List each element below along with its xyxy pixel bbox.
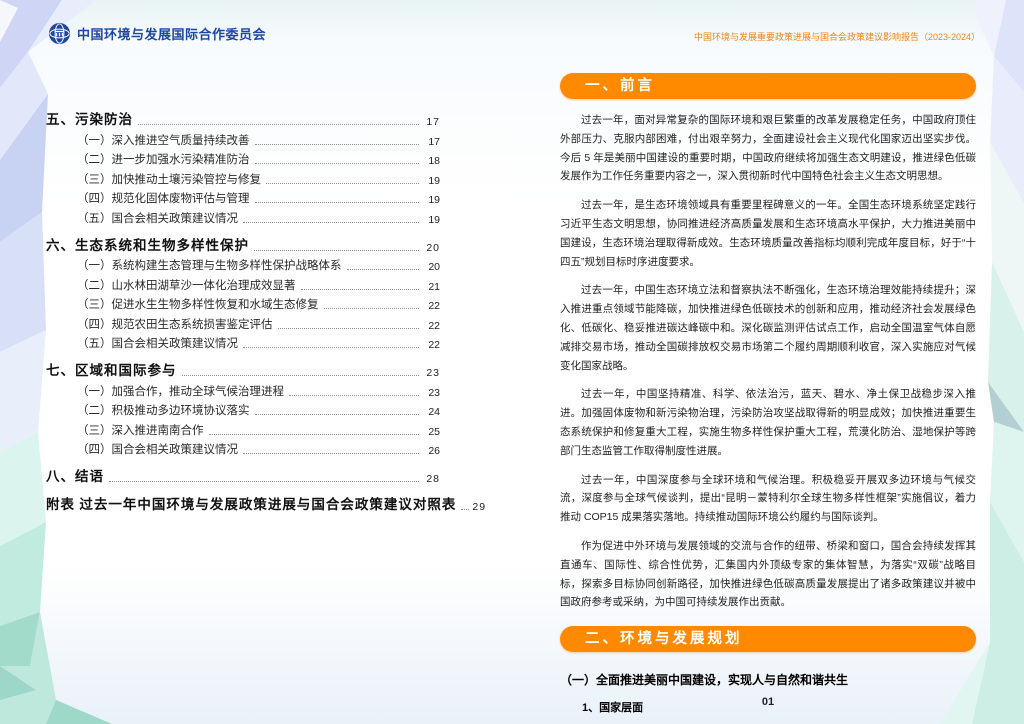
toc-entry-page: 24	[428, 406, 440, 418]
section-banner-planning: 二、环境与发展规划	[560, 626, 976, 653]
toc-entry[interactable]: 六、生态系统和生物多样性保护 20	[46, 232, 440, 254]
toc-entry-page: 17	[426, 116, 440, 128]
organization-name: 中国环境与发展国际合作委员会	[77, 27, 267, 42]
toc-entry-label: 六、生态系统和生物多样性保护	[46, 237, 249, 253]
toc-entry-page: 29	[472, 501, 487, 513]
toc-entry-label: （四）规范农田生态系统损害鉴定评估	[77, 318, 273, 331]
toc-entry[interactable]: （二）进一步加强水污染精准防治 18	[46, 148, 440, 167]
toc-entry-page: 19	[428, 174, 440, 187]
toc-dot-leader	[138, 124, 419, 125]
toc-entry[interactable]: （五）国合会相关政策建议情况 19	[46, 206, 440, 226]
toc-dot-leader	[277, 327, 419, 329]
toc-entry-label: （四）国合会相关政策建议情况	[77, 444, 238, 456]
foreword-paragraph: 过去一年，面对异常复杂的国际环境和艰巨繁重的改革发展稳定任务，中国政府顶住外部压…	[560, 114, 976, 183]
toc-entry-label: （五）国合会相关政策建议情况	[77, 338, 238, 350]
toc-entry-label: （二）山水林田湖草沙一体化治理成效显著	[77, 279, 296, 292]
toc-dot-leader	[300, 288, 419, 290]
toc-dot-leader	[181, 375, 419, 376]
toc-entry-label: （三）促进水生生物多样性恢复和水域生态修复	[77, 299, 319, 311]
toc-entry[interactable]: （三）深入推进南南合作 25	[46, 418, 440, 438]
toc-entry[interactable]: （一）系统构建生态管理与生物多样性保护战略体系 20	[46, 254, 440, 273]
page-header: 中国环境与发展国际合作委员会 中国环境与发展重要政策进展与国合会政策建议影响报告…	[48, 22, 980, 45]
toc-dot-leader	[254, 414, 419, 415]
foreword-paragraph: 过去一年，中国生态环境立法和督察执法不断强化，生态环境治理效能持续提升；深入推进…	[560, 284, 976, 372]
toc-entry[interactable]: 五、污染防治 17	[46, 106, 440, 128]
toc-dot-leader	[208, 433, 419, 435]
toc-dot-leader	[243, 453, 419, 454]
foreword-paragraph: 过去一年，中国深度参与全球环境和气候治理。积极稳妥开展双多边环境与气候交流，深度…	[560, 473, 976, 524]
section-banner-foreword: 一、前言	[560, 73, 976, 99]
toc-entry-label: （一）加强合作，推动全球气候治理进程	[77, 385, 284, 398]
cciced-logo-icon	[48, 22, 71, 45]
toc-dot-leader	[243, 221, 419, 223]
toc-entry-page: 28	[426, 473, 440, 485]
toc-entry[interactable]: 八、结语 28	[46, 463, 440, 485]
page-number: 01	[761, 696, 775, 708]
toc-dot-leader	[254, 143, 419, 145]
toc-entry-page: 18	[428, 155, 440, 167]
toc-entry[interactable]: 附表 过去一年中国环境与发展政策进展与国合会政策建议对照表 29	[46, 491, 485, 513]
toc-dot-leader	[254, 249, 419, 251]
toc-entry[interactable]: （四）规范农田生态系统损害鉴定评估 22	[46, 312, 440, 332]
toc-entry-label: 五、污染防治	[46, 112, 133, 127]
toc-entry-page: 19	[428, 194, 440, 206]
toc-entry-label: （四）规范化固体废物评估与管理	[77, 193, 250, 205]
toc-entry-label: （三）深入推进南南合作	[77, 424, 204, 437]
toc-dot-leader	[266, 182, 419, 184]
toc-entry-label: 八、结语	[46, 469, 104, 484]
toc-entry-page: 22	[428, 300, 440, 312]
toc-entry-label: 七、区域和国际参与	[46, 363, 177, 378]
toc-entry-page: 20	[426, 241, 440, 254]
report-page: 中国环境与发展国际合作委员会 中国环境与发展重要政策进展与国合会政策建议影响报告…	[0, 0, 1024, 724]
subsection-heading: （一）全面推进美丽中国建设，实现人与自然和谐共生	[560, 673, 849, 688]
toc-entry[interactable]: （一）加强合作，推动全球气候治理进程 23	[46, 379, 440, 399]
toc-entry-page: 23	[428, 386, 440, 399]
toc-dot-leader	[346, 269, 419, 270]
toc-entry-page: 21	[428, 280, 440, 293]
toc-entry[interactable]: 七、区域和国际参与 23	[46, 357, 440, 379]
toc-dot-leader	[109, 481, 419, 482]
toc-dot-leader	[289, 394, 419, 396]
toc-entry[interactable]: （四）国合会相关政策建议情况 26	[46, 438, 440, 457]
toc-entry[interactable]: （五）国合会相关政策建议情况 22	[46, 332, 440, 351]
report-content: 一、前言 过去一年，面对异常复杂的国际环境和艰巨繁重的改革发展稳定任务，中国政府…	[560, 73, 976, 724]
toc-entry-label: （五）国合会相关政策建议情况	[77, 212, 238, 225]
toc-dot-leader	[461, 509, 470, 510]
toc-entry-page: 22	[428, 339, 440, 351]
toc-entry-page: 23	[426, 367, 440, 379]
toc-entry-page: 26	[428, 445, 440, 457]
foreword-paragraph: 过去一年，中国坚持精准、科学、依法治污，蓝天、碧水、净土保卫战稳步深入推进。加强…	[560, 388, 976, 457]
foreword-paragraph: 作为促进中外环境与发展领域的交流与合作的纽带、桥梁和窗口，国合会持续发挥其直通车…	[560, 539, 976, 609]
toc-entry[interactable]: （三）促进水生生物多样性恢复和水域生态修复 22	[46, 293, 440, 312]
toc-entry-label: （一）系统构建生态管理与生物多样性保护战略体系	[77, 260, 342, 272]
toc-entry[interactable]: （三）加快推动土壤污染管控与修复 19	[46, 167, 440, 187]
toc-entry-label: （二）进一步加强水污染精准防治	[77, 154, 250, 166]
toc-entry[interactable]: （四）规范化固体废物评估与管理 19	[46, 187, 440, 206]
toc-dot-leader	[323, 308, 419, 309]
toc-dot-leader	[254, 202, 419, 203]
toc-entry-label: （二）积极推动多边环境协议落实	[77, 405, 250, 417]
organization-branding: 中国环境与发展国际合作委员会	[48, 22, 266, 45]
toc-entry[interactable]: （二）积极推动多边环境协议落实 24	[46, 399, 440, 418]
toc-entry-page: 20	[428, 261, 440, 273]
toc-entry[interactable]: （一）深入推进空气质量持续改善 17	[46, 128, 440, 148]
toc-entry-page: 17	[428, 135, 440, 148]
toc-entry[interactable]: （二）山水林田湖草沙一体化治理成效显著 21	[46, 273, 440, 293]
toc-dot-leader	[254, 163, 419, 164]
toc-entry-label: 附表 过去一年中国环境与发展政策进展与国合会政策建议对照表	[46, 497, 457, 512]
table-of-contents: 五、污染防治 17 （一）深入推进空气质量持续改善 17 （二）进一步加强水污染精准…	[46, 106, 485, 513]
foreword-paragraph: 过去一年，是生态环境领域具有重要里程碑意义的一年。全国生态环境系统坚定践行习近平…	[560, 199, 976, 268]
toc-entry-page: 25	[428, 425, 440, 438]
toc-entry-page: 19	[428, 213, 440, 226]
toc-entry-label: （一）深入推进空气质量持续改善	[77, 134, 250, 147]
running-head-report-title: 中国环境与发展重要政策进展与国合会政策建议影响报告（2023-2024）	[693, 32, 980, 42]
toc-dot-leader	[243, 347, 419, 348]
toc-entry-page: 22	[428, 319, 440, 332]
toc-entry-label: （三）加快推动土壤污染管控与修复	[77, 173, 261, 186]
